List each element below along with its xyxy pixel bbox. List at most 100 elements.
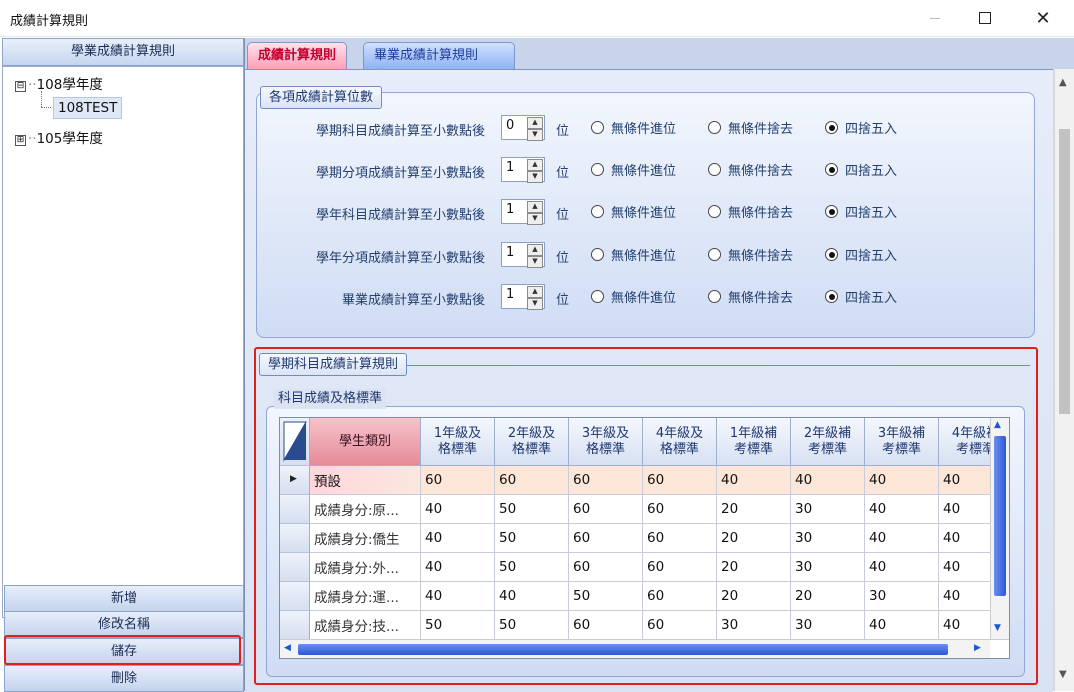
grid-column-header[interactable]: 3年級及 格標準 (569, 418, 643, 466)
decimal-places-stepper[interactable]: 1 ▲ ▼ (501, 284, 545, 310)
standard-cell[interactable]: 30 (865, 582, 939, 611)
rename-button[interactable]: 修改名稱 (4, 611, 244, 638)
rounding-radio[interactable]: 無條件進位 (591, 202, 676, 221)
stepper-up-icon[interactable]: ▲ (527, 201, 543, 213)
standard-cell[interactable]: 20 (717, 524, 791, 553)
row-selector[interactable] (280, 495, 310, 524)
standard-cell[interactable]: 40 (865, 524, 939, 553)
tree-node-108[interactable]: ⊟ ··108學年度 (15, 73, 103, 93)
stepper-down-icon[interactable]: ▼ (527, 171, 543, 183)
grid-horizontal-scrollbar[interactable]: ◀ ▶ (280, 639, 990, 658)
standard-cell[interactable]: 40 (865, 611, 939, 640)
radio-icon[interactable] (591, 205, 604, 218)
stepper-up-icon[interactable]: ▲ (527, 286, 543, 298)
standard-cell[interactable]: 60 (569, 495, 643, 524)
standard-cell[interactable]: 60 (643, 524, 717, 553)
row-selector[interactable] (280, 582, 310, 611)
standard-cell[interactable]: 30 (717, 611, 791, 640)
standard-cell[interactable]: 40 (421, 495, 495, 524)
grid-column-header[interactable]: 1年級補 考標準 (717, 418, 791, 466)
standard-cell[interactable]: 20 (791, 582, 865, 611)
standard-cell[interactable]: 40 (495, 582, 569, 611)
stepper-up-icon[interactable]: ▲ (527, 244, 543, 256)
standard-cell[interactable]: 30 (791, 524, 865, 553)
stepper-up-icon[interactable]: ▲ (527, 159, 543, 171)
standard-cell[interactable]: 50 (495, 495, 569, 524)
decimal-places-stepper[interactable]: 1 ▲ ▼ (501, 242, 545, 268)
standard-cell[interactable]: 50 (421, 611, 495, 640)
grid-corner[interactable] (280, 418, 310, 466)
add-button[interactable]: 新增 (4, 585, 244, 612)
radio-icon[interactable] (825, 290, 838, 303)
delete-button[interactable]: 刪除 (4, 665, 244, 692)
stepper-down-icon[interactable]: ▼ (527, 256, 543, 268)
row-selector[interactable]: ▶ (280, 466, 310, 495)
rounding-radio[interactable]: 無條件進位 (591, 245, 676, 264)
rounding-radio[interactable]: 四捨五入 (825, 160, 897, 179)
rounding-radio[interactable]: 無條件捨去 (708, 202, 793, 221)
standard-cell[interactable]: 40 (865, 466, 939, 495)
standard-cell[interactable]: 40 (791, 466, 865, 495)
standard-cell[interactable]: 50 (495, 553, 569, 582)
radio-icon[interactable] (591, 248, 604, 261)
standard-cell[interactable]: 60 (569, 466, 643, 495)
scroll-up-icon[interactable]: ▲ (1059, 77, 1067, 88)
grid-column-header[interactable]: 4年級及 格標準 (643, 418, 717, 466)
grid-scroll-down-icon[interactable]: ▼ (994, 623, 1001, 633)
decimal-places-stepper[interactable]: 1 ▲ ▼ (501, 199, 545, 225)
standards-grid[interactable]: 學生類別 1年級及 格標準 2年級及 格標準 3年級及 格標準 4年級及 格標準 1年級補… (279, 417, 1010, 659)
stepper-up-icon[interactable]: ▲ (527, 117, 543, 129)
standard-cell[interactable]: 60 (643, 495, 717, 524)
decimal-places-stepper[interactable]: 0 ▲ ▼ (501, 115, 545, 141)
rounding-radio[interactable]: 無條件捨去 (708, 118, 793, 137)
standard-cell[interactable]: 30 (791, 495, 865, 524)
rounding-radio[interactable]: 四捨五入 (825, 245, 897, 264)
grid-scroll-right-icon[interactable]: ▶ (974, 643, 981, 653)
grid-column-header[interactable]: 3年級補 考標準 (865, 418, 939, 466)
rounding-radio[interactable]: 無條件進位 (591, 160, 676, 179)
student-category-cell[interactable]: 成績身分:原... (310, 495, 421, 524)
tab-score-rules[interactable]: 成績計算規則 (247, 42, 348, 69)
stepper-down-icon[interactable]: ▼ (527, 129, 543, 141)
stepper-down-icon[interactable]: ▼ (527, 298, 543, 310)
rounding-radio[interactable]: 四捨五入 (825, 287, 897, 306)
rounding-radio[interactable]: 無條件進位 (591, 118, 676, 137)
student-category-cell[interactable]: 預設 (310, 466, 421, 495)
radio-icon[interactable] (708, 248, 721, 261)
rule-tree[interactable]: ⊟ ··108學年度 108TEST ⊞ ··105學年度 (2, 66, 244, 618)
grid-column-header[interactable]: 1年級及 格標準 (421, 418, 495, 466)
standard-cell[interactable]: 60 (643, 611, 717, 640)
radio-icon[interactable] (591, 290, 604, 303)
row-selector[interactable] (280, 553, 310, 582)
standard-cell[interactable]: 60 (643, 582, 717, 611)
rounding-radio[interactable]: 無條件捨去 (708, 245, 793, 264)
close-button[interactable]: ✕ (1020, 0, 1066, 36)
radio-icon[interactable] (825, 121, 838, 134)
standard-cell[interactable]: 20 (717, 553, 791, 582)
standard-cell[interactable]: 30 (791, 611, 865, 640)
tree-node-108test[interactable]: 108TEST (53, 97, 123, 119)
radio-icon[interactable] (591, 121, 604, 134)
standard-cell[interactable]: 50 (495, 611, 569, 640)
radio-icon[interactable] (825, 163, 838, 176)
tab-graduation-rules[interactable]: 畢業成績計算規則 (363, 42, 515, 69)
standard-cell[interactable]: 60 (643, 553, 717, 582)
grid-scroll-thumb[interactable] (994, 436, 1006, 596)
grid-column-header[interactable]: 學生類別 (310, 418, 421, 466)
standard-cell[interactable]: 40 (421, 553, 495, 582)
radio-icon[interactable] (708, 205, 721, 218)
scroll-down-icon[interactable]: ▼ (1059, 669, 1067, 680)
row-selector[interactable] (280, 524, 310, 553)
standard-cell[interactable]: 40 (421, 524, 495, 553)
standard-cell[interactable]: 20 (717, 582, 791, 611)
student-category-cell[interactable]: 成績身分:技... (310, 611, 421, 640)
grid-scroll-left-icon[interactable]: ◀ (284, 643, 291, 653)
vertical-scrollbar[interactable]: ▲ ▼ (1054, 69, 1074, 691)
grid-vertical-scrollbar[interactable]: ▲ ▼ (990, 418, 1009, 639)
standard-cell[interactable]: 40 (717, 466, 791, 495)
student-category-cell[interactable]: 成績身分:外... (310, 553, 421, 582)
standard-cell[interactable]: 50 (569, 582, 643, 611)
standard-cell[interactable]: 60 (421, 466, 495, 495)
standard-cell[interactable]: 50 (495, 524, 569, 553)
radio-icon[interactable] (591, 163, 604, 176)
